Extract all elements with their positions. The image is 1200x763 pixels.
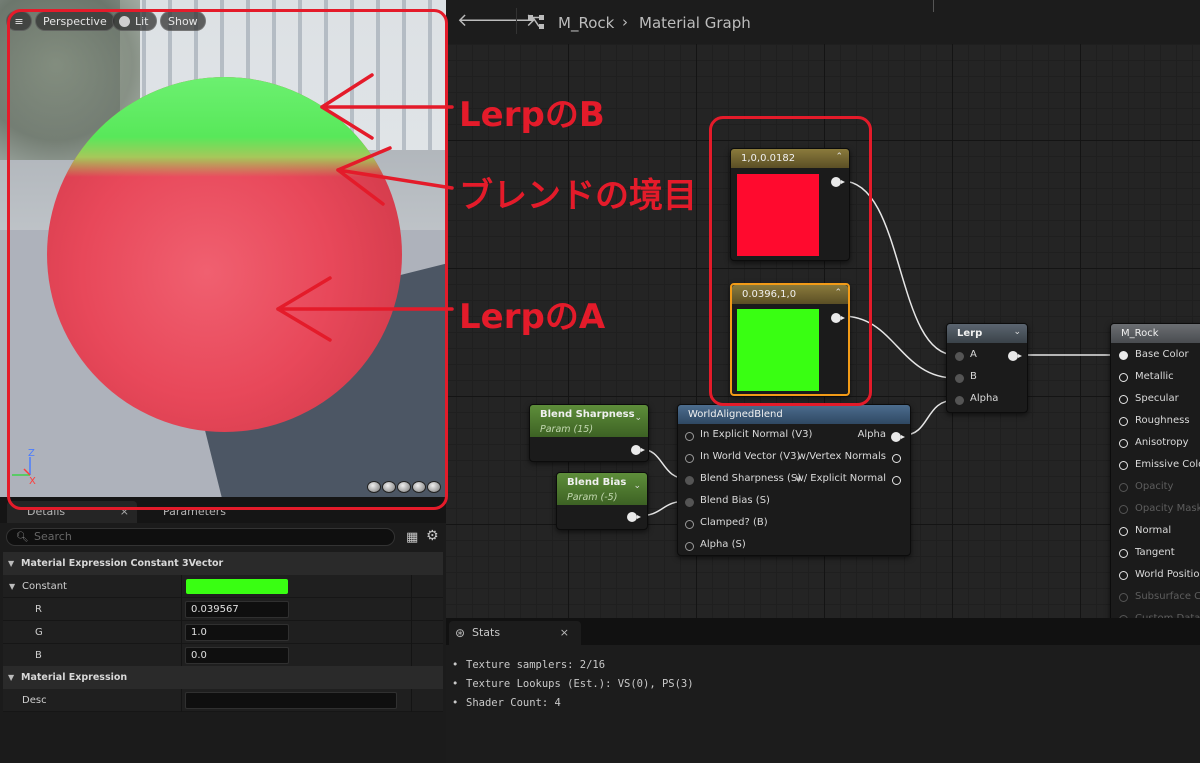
stats-icon: ⊛ xyxy=(455,626,466,640)
input-pin[interactable] xyxy=(1119,505,1128,514)
lerp-node[interactable]: Lerp ⌄ A B Alpha xyxy=(946,323,1028,413)
input-pin[interactable] xyxy=(685,432,694,441)
input-pin[interactable] xyxy=(685,498,694,507)
input-label: A xyxy=(970,349,977,360)
input-label: Alpha (S) xyxy=(700,539,746,550)
input-pin[interactable] xyxy=(1119,593,1128,602)
node-subtitle: Param (15) xyxy=(540,424,594,435)
input-pin[interactable] xyxy=(955,374,964,383)
input-label: Metallic xyxy=(1135,371,1174,382)
input-pin[interactable] xyxy=(685,542,694,551)
input-pin[interactable] xyxy=(1119,417,1128,426)
node-subtitle: Param (-5) xyxy=(567,492,618,503)
stat-line: Texture samplers: 2/16 xyxy=(452,659,605,671)
annotation-box-constants xyxy=(709,116,872,406)
stats-body: Texture samplers: 2/16 Texture Lookups (… xyxy=(446,645,1200,763)
input-pin[interactable] xyxy=(1119,351,1128,360)
input-label: Subsurface Co xyxy=(1135,591,1200,602)
input-label: Opacity xyxy=(1135,481,1174,492)
input-label: Anisotropy xyxy=(1135,437,1189,448)
input-pin[interactable] xyxy=(685,476,694,485)
input-pin[interactable] xyxy=(1119,527,1128,536)
input-label: Blend Bias (S) xyxy=(700,495,770,506)
output-pin[interactable] xyxy=(892,476,901,485)
node-title: WorldAlignedBlend xyxy=(678,405,910,424)
input-label: Clamped? (B) xyxy=(700,517,768,528)
input-label: Blend Sharpness (S) xyxy=(700,473,802,484)
tab-stats[interactable]: ⊛ Stats × xyxy=(449,621,581,645)
input-pin[interactable] xyxy=(1119,461,1128,470)
output-label: w/ Explicit Normal xyxy=(795,473,886,484)
stats-panel: ⊛ Stats × Texture samplers: 2/16 Texture… xyxy=(446,618,1200,763)
annotation-box-viewport xyxy=(7,9,448,510)
annotation-lerp-a: LerpのA xyxy=(459,297,606,337)
chevron-down-icon[interactable]: ⌄ xyxy=(1013,327,1021,337)
input-pin[interactable] xyxy=(1119,373,1128,382)
input-label: World Position xyxy=(1135,569,1200,580)
input-label: Opacity Mask xyxy=(1135,503,1200,514)
input-label: Specular xyxy=(1135,393,1179,404)
input-label: Normal xyxy=(1135,525,1172,536)
input-label: Roughness xyxy=(1135,415,1190,426)
node-title: Blend Sharpness xyxy=(540,409,635,420)
input-label: Tangent xyxy=(1135,547,1175,558)
output-label: w/Vertex Normals xyxy=(797,451,886,462)
input-pin[interactable] xyxy=(1119,483,1128,492)
output-pin[interactable] xyxy=(891,432,905,442)
material-result-node[interactable]: M_Rock Base Color Metallic Specular Roug… xyxy=(1110,323,1200,624)
output-pin[interactable] xyxy=(631,445,645,455)
chevron-down-icon[interactable]: ⌄ xyxy=(634,413,642,423)
blend-sharpness-node[interactable]: Blend Sharpness Param (15) ⌄ xyxy=(529,404,649,462)
input-label: Alpha xyxy=(970,393,999,404)
input-pin[interactable] xyxy=(1119,395,1128,404)
output-label: Alpha xyxy=(857,429,886,440)
input-pin[interactable] xyxy=(955,396,964,405)
input-label: In World Vector (V3) xyxy=(700,451,801,462)
input-pin[interactable] xyxy=(685,520,694,529)
input-label: Emissive Color xyxy=(1135,459,1200,470)
close-icon[interactable]: × xyxy=(560,621,569,645)
annotation-blend-boundary: ブレンドの境目 xyxy=(459,176,697,216)
stat-line: Shader Count: 4 xyxy=(452,697,561,709)
blend-bias-node[interactable]: Blend Bias Param (-5) ⌄ xyxy=(556,472,648,530)
input-label: B xyxy=(970,371,977,382)
input-label: In Explicit Normal (V3) xyxy=(700,429,813,440)
world-aligned-blend-node[interactable]: WorldAlignedBlend In Explicit Normal (V3… xyxy=(677,404,911,556)
stats-tab-bar: ⊛ Stats × xyxy=(446,618,1200,645)
output-pin[interactable] xyxy=(1008,351,1022,361)
annotation-lerp-b: LerpのB xyxy=(459,95,605,135)
stat-line: Texture Lookups (Est.): VS(0), PS(3) xyxy=(452,678,694,690)
input-pin[interactable] xyxy=(1119,571,1128,580)
node-title: Blend Bias xyxy=(567,477,627,488)
input-label: Base Color xyxy=(1135,349,1189,360)
input-pin[interactable] xyxy=(685,454,694,463)
input-pin[interactable] xyxy=(955,352,964,361)
output-pin[interactable] xyxy=(892,454,901,463)
output-pin[interactable] xyxy=(627,512,641,522)
tab-stats-label: Stats xyxy=(472,626,501,639)
input-pin[interactable] xyxy=(1119,549,1128,558)
input-pin[interactable] xyxy=(1119,439,1128,448)
node-title: M_Rock xyxy=(1111,324,1200,343)
chevron-down-icon[interactable]: ⌄ xyxy=(633,481,641,491)
